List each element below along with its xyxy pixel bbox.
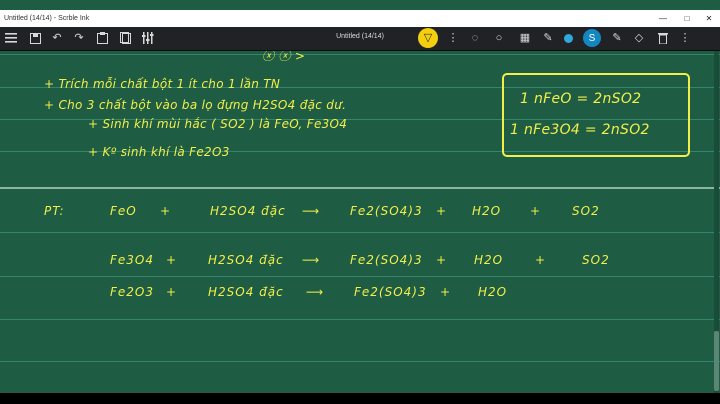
eq2-token: H2SO4 đặc	[208, 253, 284, 267]
eq3-token: +	[166, 285, 178, 299]
eq2-token: Fe3O4	[110, 253, 154, 267]
minimize-button[interactable]: —	[652, 10, 674, 27]
ruled-line	[0, 232, 720, 233]
mole-ratio-box: 1 nFeO = 2nSO2 1 nFe3O4 = 2nSO2	[502, 73, 690, 157]
eq3-token: Fe2O3	[110, 285, 154, 299]
eq1-token: SO2	[572, 204, 600, 218]
eq2-token: +	[436, 253, 448, 267]
note-line-4: + Kº sinh khí là Fe2O3	[88, 145, 230, 159]
eq1-token: H2SO4 đặc	[210, 204, 286, 218]
ruled-line	[0, 319, 720, 320]
app-window: Untitled (14/14) - Scrble Ink — □ ✕ ↶ ↷ …	[0, 0, 720, 404]
eq2-token: +	[535, 253, 547, 267]
equation-label: PT:	[44, 204, 65, 218]
ruled-line	[0, 361, 720, 362]
eq1-token: +	[436, 204, 448, 218]
eq3-token: H2SO4 đặc	[208, 285, 284, 299]
note-line-3: + Sinh khí mùi hắc ( SO2 ) là FeO, Fe3O4	[88, 117, 348, 131]
maximize-button[interactable]: □	[676, 10, 698, 27]
eq3-token: +	[440, 285, 452, 299]
box-line-2: 1 nFe3O4 = 2nSO2	[510, 122, 650, 138]
eq2-token: H2O	[474, 253, 504, 267]
eq1-token: +	[160, 204, 172, 218]
grid-icon[interactable]: ▦	[518, 31, 532, 45]
lasso-icon[interactable]: ◌	[468, 31, 482, 45]
section-divider	[0, 187, 720, 189]
note-line-1: + Trích mỗi chất bột 1 ít cho 1 lần TN	[44, 77, 281, 91]
app-title: Untitled (14/14) - Scrble Ink	[4, 15, 90, 22]
ruled-line	[0, 276, 720, 277]
eq2-token: +	[166, 253, 178, 267]
eq3-token: Fe2(SO4)3	[354, 285, 427, 299]
top-fragment: ⓧ ⓧ >	[262, 51, 306, 63]
shapes-icon[interactable]: ○	[492, 31, 506, 45]
box-line-1: 1 nFeO = 2nSO2	[520, 91, 642, 107]
pen-tool-button[interactable]: ▽	[418, 28, 438, 48]
vertical-scrollbar[interactable]	[714, 51, 719, 393]
close-button[interactable]: ✕	[698, 10, 720, 27]
toolbar: ↶ ↷ Untitled (14/14) ▽ ⋮ ◌ ○ ▦ ✎ S ✎ ◇ ⋮	[0, 27, 720, 51]
eq2-token: Fe2(SO4)3	[350, 253, 423, 267]
pen-icon: ▽	[423, 32, 433, 44]
active-color-swatch[interactable]	[564, 34, 573, 43]
eq3-token: H2O	[478, 285, 508, 299]
eq1-token: +	[530, 204, 542, 218]
more-icon[interactable]: ⋮	[678, 31, 692, 45]
note-line-2: + Cho 3 chất bột vào ba lọ đựng H2SO4 đặ…	[44, 98, 347, 112]
eq2-token: ⟶	[302, 253, 321, 267]
scroll-thumb[interactable]	[714, 331, 719, 391]
color-palette-icon[interactable]: ✎	[541, 31, 555, 45]
title-bar: Untitled (14/14) - Scrble Ink — □ ✕	[0, 10, 720, 27]
dots-icon[interactable]: ⋮	[446, 31, 460, 45]
eq1-token: ⟶	[302, 204, 321, 218]
pen-profile-icon[interactable]: S	[583, 29, 601, 47]
pencil-icon[interactable]: ✎	[610, 31, 624, 45]
ruled-line	[0, 54, 720, 55]
eraser-icon[interactable]: ◇	[632, 31, 646, 45]
bottom-bar	[0, 393, 720, 404]
eq1-token: Fe2(SO4)3	[350, 204, 423, 218]
eq1-token: FeO	[110, 204, 137, 218]
eq2-token: SO2	[582, 253, 610, 267]
eq1-token: H2O	[472, 204, 502, 218]
eq3-token: ⟶	[306, 285, 325, 299]
trash-icon[interactable]	[656, 31, 670, 45]
